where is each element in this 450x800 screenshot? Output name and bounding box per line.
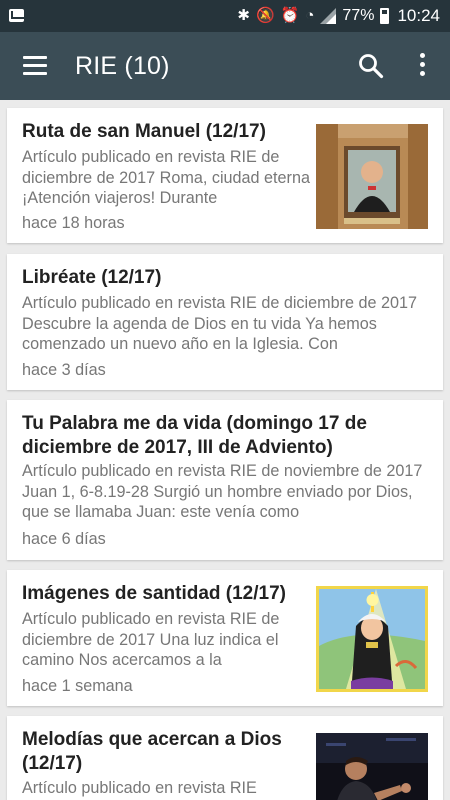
article-title: Melodías que acercan a Dios (12/17) (22, 729, 282, 774)
article-title: Libréate (12/17) (22, 267, 162, 288)
wifi-icon: ◔ (305, 7, 315, 24)
article-title: Imágenes de santidad (12/17) (22, 583, 286, 604)
article-thumbnail (316, 124, 428, 229)
article-card[interactable]: Tu Palabra me da vida (domingo 17 de dic… (7, 400, 443, 560)
article-excerpt: Artículo publicado en revista RIE de nov… (22, 462, 423, 521)
article-time: hace 1 semana (22, 677, 133, 695)
status-bar: ✱ 🔕 ⏰ ◔ 77% 10:24 (0, 0, 450, 32)
bluetooth-icon: ✱ (237, 7, 250, 24)
battery-icon (380, 8, 390, 24)
article-time: hace 18 horas (22, 214, 125, 232)
article-title: Ruta de san Manuel (12/17) (22, 121, 266, 142)
article-excerpt: Artículo publicado en revista RIE de dic… (22, 148, 310, 207)
menu-icon[interactable] (23, 56, 47, 76)
search-icon[interactable] (358, 53, 384, 79)
article-thumbnail (316, 733, 428, 800)
status-icons: ✱ 🔕 ⏰ ◔ 77% 10:24 (237, 6, 440, 26)
battery-percent: 77% (342, 7, 375, 24)
article-card[interactable]: Ruta de san Manuel (12/17) Artículo publ… (7, 108, 443, 243)
article-excerpt: Artículo publicado en revista RIE de dic… (22, 294, 418, 353)
alarm-icon: ⏰ (280, 7, 300, 24)
more-options-icon[interactable] (412, 53, 432, 79)
article-excerpt: Artículo publicado en revista RIE (22, 779, 257, 797)
article-title: Tu Palabra me da vida (domingo 17 de dic… (22, 413, 367, 458)
clock: 10:24 (397, 6, 440, 25)
app-bar: RIE (10) (0, 32, 450, 100)
article-card[interactable]: Libréate (12/17) Artículo publicado en r… (7, 254, 443, 390)
signal-icon (320, 8, 337, 24)
article-card[interactable]: Melodías que acercan a Dios (12/17) Artí… (7, 716, 443, 800)
mail-notification-icon (9, 9, 24, 22)
article-excerpt: Artículo publicado en revista RIE de dic… (22, 610, 280, 669)
article-time: hace 3 días (22, 361, 106, 379)
article-time: hace 6 días (22, 530, 106, 548)
mute-icon: 🔕 (255, 7, 275, 24)
page-title: RIE (10) (75, 52, 170, 80)
article-thumbnail (316, 586, 428, 692)
article-card[interactable]: Imágenes de santidad (12/17) Artículo pu… (7, 570, 443, 706)
